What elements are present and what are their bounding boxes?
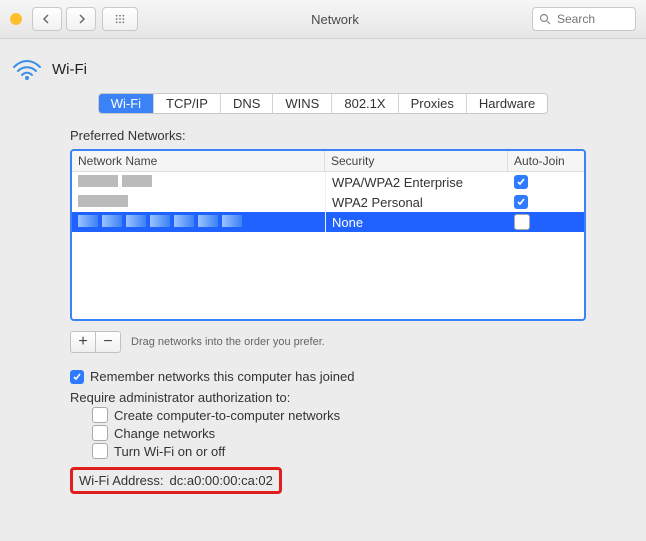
- table-header: Network Name Security Auto-Join: [72, 151, 584, 172]
- preferred-networks-label: Preferred Networks:: [70, 128, 586, 143]
- col-header-name[interactable]: Network Name: [72, 151, 325, 171]
- chevron-right-icon: [76, 14, 86, 24]
- autojoin-checkbox[interactable]: [514, 175, 528, 189]
- tab-hardware[interactable]: Hardware: [467, 94, 547, 113]
- search-field[interactable]: [532, 7, 636, 31]
- tab-proxies[interactable]: Proxies: [399, 94, 467, 113]
- admin-option-checkbox[interactable]: [92, 443, 108, 459]
- admin-option-label: Turn Wi-Fi on or off: [114, 444, 225, 459]
- pane-header: Wi-Fi: [0, 39, 646, 89]
- forward-button[interactable]: [66, 7, 96, 31]
- remember-row[interactable]: Remember networks this computer has join…: [70, 369, 586, 384]
- chevron-left-icon: [42, 14, 52, 24]
- autojoin-checkbox[interactable]: [514, 214, 530, 230]
- grid-button[interactable]: [102, 7, 138, 31]
- add-network-button[interactable]: +: [71, 332, 96, 352]
- admin-option-label: Change networks: [114, 426, 215, 441]
- admin-option-checkbox[interactable]: [92, 407, 108, 423]
- admin-option-label: Create computer-to-computer networks: [114, 408, 340, 423]
- autojoin-checkbox[interactable]: [514, 195, 528, 209]
- preferred-networks-table[interactable]: Network Name Security Auto-Join WPA/WPA2…: [70, 149, 586, 321]
- col-header-autojoin[interactable]: Auto-Join: [508, 151, 584, 171]
- tab-wins[interactable]: WINS: [273, 94, 332, 113]
- network-name-cell: [72, 192, 326, 213]
- drag-hint: Drag networks into the order you prefer.: [131, 336, 325, 348]
- wifi-address-value: dc:a0:00:00:ca:02: [170, 473, 273, 488]
- network-row[interactable]: WPA2 Personal: [72, 192, 584, 212]
- require-admin-label: Require administrator authorization to:: [70, 390, 586, 405]
- network-security-cell: WPA2 Personal: [326, 192, 508, 213]
- search-icon: [539, 13, 551, 25]
- back-button[interactable]: [32, 7, 62, 31]
- nav-buttons: [32, 7, 96, 31]
- admin-option-checkbox[interactable]: [92, 425, 108, 441]
- titlebar: Network: [0, 0, 646, 39]
- remove-network-button[interactable]: −: [96, 332, 120, 352]
- network-security-cell: WPA/WPA2 Enterprise: [326, 172, 508, 193]
- network-prefs-window: Network Wi-Fi Wi-FiTCP/IPDNSWINS802.1XPr…: [0, 0, 646, 541]
- add-remove-buttons: + −: [70, 331, 121, 353]
- tab-dns[interactable]: DNS: [221, 94, 273, 113]
- tab-tcpip[interactable]: TCP/IP: [154, 94, 221, 113]
- tab-wifi[interactable]: Wi-Fi: [99, 94, 154, 113]
- admin-option-row[interactable]: Create computer-to-computer networks: [92, 407, 586, 423]
- tab-8021x[interactable]: 802.1X: [332, 94, 398, 113]
- grid-icon: [115, 14, 125, 24]
- network-security-cell: None: [326, 212, 508, 233]
- wifi-icon: [12, 57, 42, 81]
- network-name-cell: [72, 212, 326, 233]
- network-autojoin-cell: [508, 192, 584, 212]
- pane-title: Wi-Fi: [52, 61, 87, 78]
- admin-option-row[interactable]: Turn Wi-Fi on or off: [92, 443, 586, 459]
- minimize-button[interactable]: [10, 13, 22, 25]
- admin-option-row[interactable]: Change networks: [92, 425, 586, 441]
- network-name-cell: [72, 172, 326, 193]
- search-input[interactable]: [555, 11, 619, 27]
- network-autojoin-cell: [508, 172, 584, 192]
- wifi-address-box: Wi-Fi Address: dc:a0:00:00:ca:02: [70, 467, 282, 494]
- window-title: Network: [138, 12, 532, 27]
- tab-bar: Wi-FiTCP/IPDNSWINS802.1XProxiesHardware: [0, 93, 646, 114]
- col-header-security[interactable]: Security: [325, 151, 508, 171]
- network-autojoin-cell: [508, 211, 584, 233]
- remember-label: Remember networks this computer has join…: [90, 369, 354, 384]
- traffic-lights: [10, 13, 22, 25]
- remember-checkbox[interactable]: [70, 370, 84, 384]
- network-row[interactable]: None: [72, 212, 584, 232]
- network-row[interactable]: WPA/WPA2 Enterprise: [72, 172, 584, 192]
- wifi-address-label: Wi-Fi Address:: [79, 473, 164, 488]
